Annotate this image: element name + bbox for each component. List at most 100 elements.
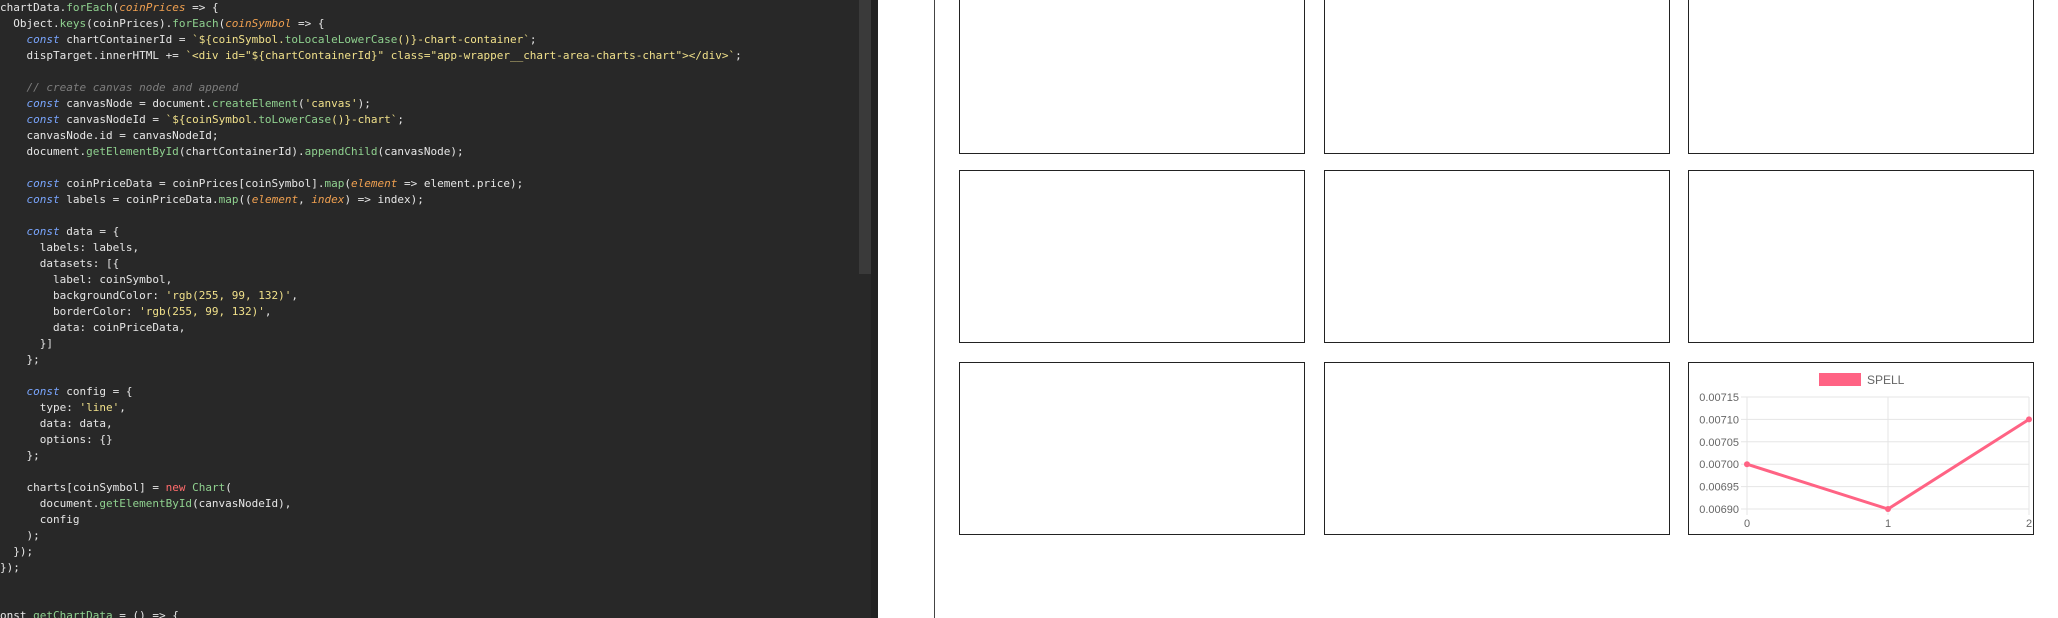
legend-swatch[interactable]	[1819, 373, 1861, 386]
code-token: => {	[185, 1, 219, 14]
spell-chart-container: SPELL 0.00715 0.00710 0.00705 0.00700 0.0069…	[1688, 362, 2034, 535]
code-line: const labels = coinPriceData.map((elemen…	[0, 192, 424, 208]
code-token: => {	[291, 17, 325, 30]
code-line: const canvasNode = document.createElemen…	[0, 96, 371, 112]
code-token: });	[0, 561, 20, 574]
code-token: canvasNodeId =	[59, 113, 166, 126]
editor-gutter	[871, 0, 878, 618]
code-token: chartData.	[0, 1, 67, 14]
code-token: (coinPrices).	[86, 17, 173, 30]
x-tick-label: 2	[2026, 518, 2032, 530]
code-line: // create canvas node and append	[0, 80, 239, 96]
chart-container	[959, 362, 1305, 535]
code-editor[interactable]: chartData.forEach(coinPrices => { Object…	[0, 0, 878, 618]
code-token: createElement	[211, 97, 299, 110]
code-line: Object.keys(coinPrices).forEach(coinSymb…	[0, 16, 325, 32]
code-token: Object.	[0, 17, 60, 30]
code-token: Chart	[192, 481, 226, 494]
code-token: const	[26, 385, 60, 398]
code-token: canvasNode.id = canvasNodeId;	[0, 129, 219, 142]
code-token: };	[0, 449, 40, 462]
chart-container	[1688, 0, 2034, 154]
code-token: map	[324, 177, 345, 190]
code-line: dispTarget.innerHTML += `<div id="${char…	[0, 48, 742, 64]
code-token: 'rgb(255, 99, 132)'	[139, 305, 265, 318]
code-token: coinPriceData = coinPrices[coinSymbol].	[59, 177, 325, 190]
code-token: ;	[735, 49, 742, 62]
data-point[interactable]	[2026, 416, 2032, 423]
code-line: charts[coinSymbol] = new Chart(	[0, 480, 232, 496]
code-token: element	[251, 193, 299, 206]
code-token: 'rgb(255, 99, 132)'	[165, 289, 292, 302]
code-token: getChartData	[33, 609, 113, 618]
code-token: dispTarget.innerHTML +=	[0, 49, 186, 62]
code-token: document.	[0, 145, 87, 158]
code-token: keys	[59, 17, 87, 30]
editor-scrollbar[interactable]	[859, 0, 871, 274]
y-axis-ticks: 0.00715 0.00710 0.00705 0.00700 0.00695 0.006…	[1699, 392, 1739, 516]
code-token: `<div id="${chartContainerId}" class="ap…	[185, 49, 736, 62]
x-axis-ticks: 0 1 2	[1744, 518, 2032, 530]
y-tick-label: 0.00710	[1699, 414, 1739, 426]
code-line: type: 'line',	[0, 400, 126, 416]
code-token: forEach	[66, 1, 113, 14]
chart-container	[959, 170, 1305, 343]
code-line: };	[0, 352, 39, 368]
code-token: const	[26, 225, 60, 238]
y-tick-label: 0.00705	[1699, 437, 1739, 449]
code-token: ,	[264, 305, 272, 318]
code-token: (	[298, 97, 305, 110]
x-tick-label: 1	[1885, 518, 1891, 530]
code-token: ;	[397, 113, 405, 126]
code-token: const	[26, 33, 60, 46]
code-token: `${coinSymbol.	[165, 113, 259, 126]
code-token: canvasNode = document.	[59, 97, 212, 110]
code-token: }]	[0, 337, 53, 350]
code-line: backgroundColor: 'rgb(255, 99, 132)',	[0, 288, 298, 304]
code-token: `${coinSymbol.	[192, 33, 285, 46]
data-point[interactable]	[1885, 506, 1891, 512]
code-token: = () => {	[112, 609, 179, 618]
code-line: const canvasNodeId = `${coinSymbol.toLow…	[0, 112, 405, 128]
code-line: const config = {	[0, 384, 133, 400]
code-token: );	[0, 529, 40, 542]
code-token: => element.price);	[397, 177, 524, 190]
legend-label[interactable]: SPELL	[1867, 373, 1905, 387]
code-token: new	[165, 481, 186, 494]
x-tick-label: 0	[1744, 518, 1750, 530]
code-token: chartContainerId =	[59, 33, 193, 46]
code-token: backgroundColor:	[0, 289, 166, 302]
code-token: (	[225, 481, 232, 494]
code-token: 'canvas'	[304, 97, 358, 110]
chart-grid	[1741, 396, 2030, 515]
code-line: label: coinSymbol,	[0, 272, 172, 288]
code-line: canvasNode.id = canvasNodeId;	[0, 128, 219, 144]
code-token: config = {	[59, 385, 133, 398]
data-point[interactable]	[1744, 461, 1750, 468]
code-line: chartData.forEach(coinPrices => {	[0, 0, 219, 16]
code-line: });	[0, 544, 33, 560]
code-token: document.	[0, 497, 100, 510]
code-line: const data = {	[0, 224, 120, 240]
code-token: ,	[298, 193, 312, 206]
code-token: const	[26, 97, 60, 110]
code-token: datasets: [{	[0, 257, 120, 270]
code-token: labels: labels,	[0, 241, 140, 254]
code-line: options: {}	[0, 432, 113, 448]
code-token: // create canvas node and append	[26, 81, 239, 94]
code-line: const chartContainerId = `${coinSymbol.t…	[0, 32, 537, 48]
code-line: );	[0, 528, 40, 544]
code-token: charts[coinSymbol] =	[0, 481, 166, 494]
spell-line-chart: SPELL 0.00715 0.00710 0.00705 0.00700 0.0069…	[1699, 373, 2032, 530]
code-token: ()}-chart-container`	[397, 33, 530, 46]
code-line: document.getElementById(canvasNodeId),	[0, 496, 292, 512]
chart-container	[1324, 0, 1670, 154]
code-token: index	[311, 193, 345, 206]
code-token: const	[26, 177, 60, 190]
